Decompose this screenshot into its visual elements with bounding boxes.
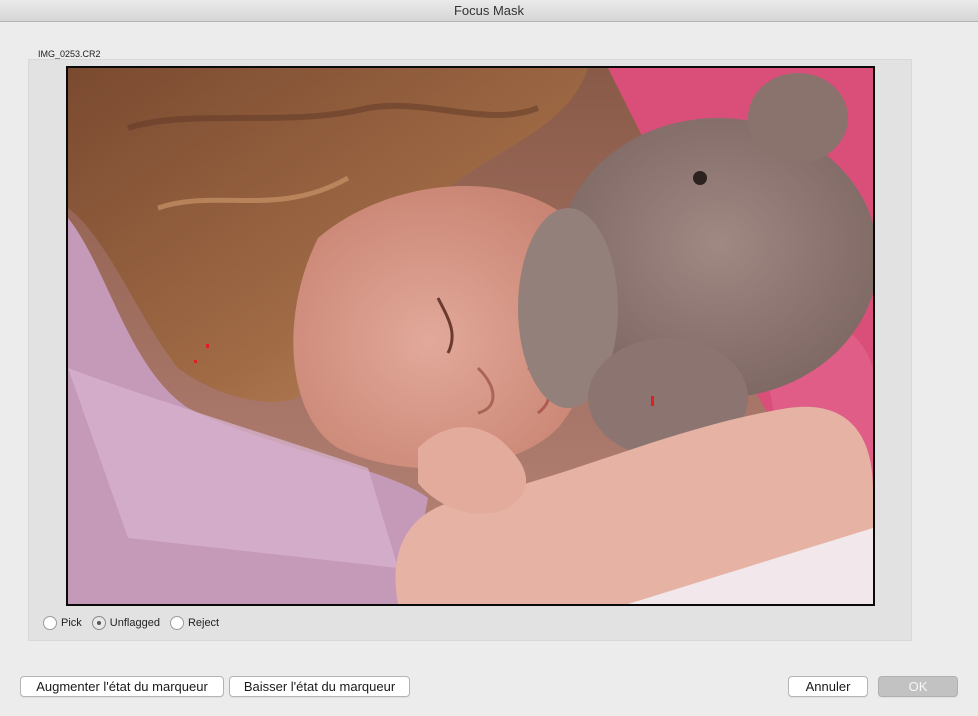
image-filename: IMG_0253.CR2: [38, 49, 101, 59]
increase-flag-button[interactable]: Augmenter l'état du marqueur: [20, 676, 224, 697]
focus-marker: [206, 344, 209, 348]
flag-option-pick[interactable]: Pick: [43, 616, 82, 630]
window-title: Focus Mask: [453, 3, 525, 18]
decrease-flag-button[interactable]: Baisser l'état du marqueur: [229, 676, 410, 697]
reject-radio[interactable]: [169, 616, 184, 630]
reject-label: Reject: [187, 617, 220, 629]
flag-option-unflagged[interactable]: Unflagged: [91, 616, 160, 630]
flag-option-reject[interactable]: Reject: [169, 616, 220, 630]
flag-radio-group: Pick Unflagged Reject: [43, 616, 229, 630]
photo-illustration: [68, 68, 873, 604]
unflagged-radio[interactable]: [91, 616, 106, 630]
ok-button[interactable]: OK: [878, 676, 958, 697]
photo-preview: [66, 66, 875, 606]
focus-marker: [651, 396, 654, 406]
window-title-bar: Focus Mask: [0, 0, 978, 22]
cancel-button[interactable]: Annuler: [788, 676, 868, 697]
focus-marker: [194, 360, 197, 363]
unflagged-label: Unflagged: [109, 617, 160, 629]
pick-label: Pick: [61, 617, 82, 629]
pick-radio[interactable]: [43, 616, 57, 630]
